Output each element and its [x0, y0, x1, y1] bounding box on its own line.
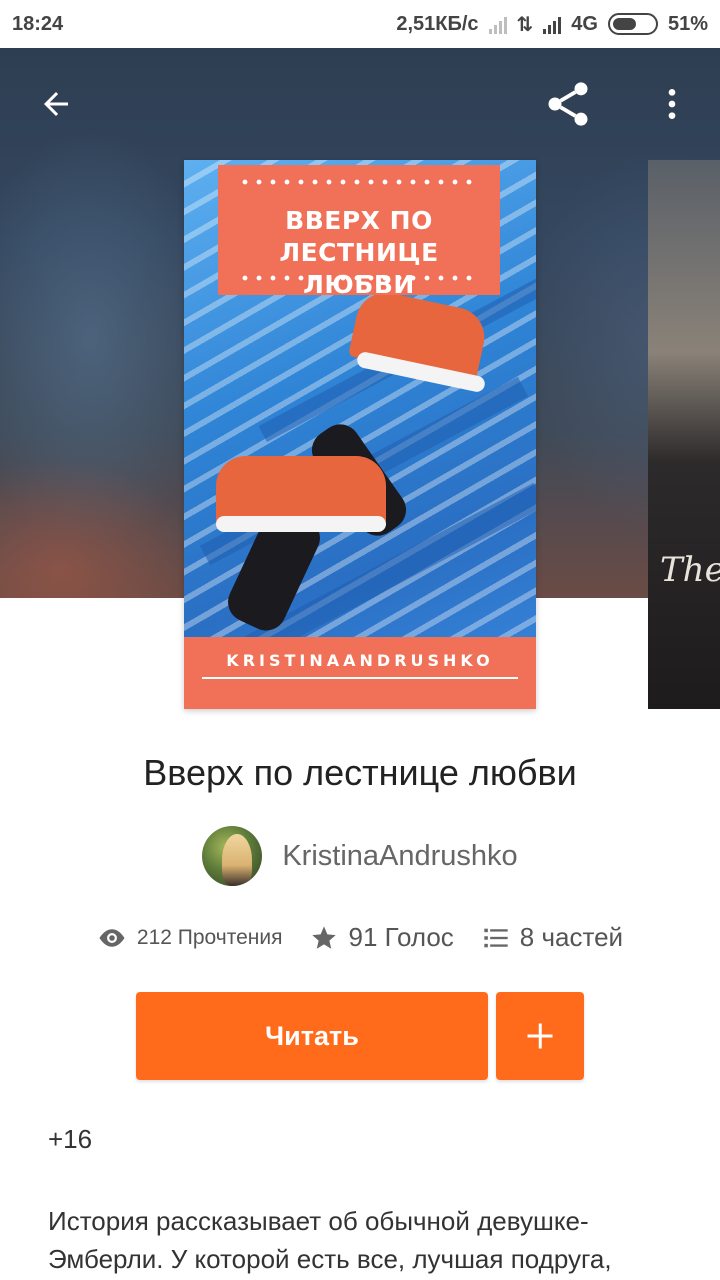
story-title: Вверх по лестнице любви	[143, 752, 577, 793]
data-transfer-icon: ⇅	[516, 13, 534, 36]
cover-title: ВВЕРХ ПО ЛЕСТНИЦЕ ЛЮБВИ	[279, 206, 439, 299]
share-icon	[548, 82, 588, 126]
status-time: 18:24	[12, 12, 64, 35]
next-cover-title: The T	[660, 550, 720, 590]
signal-icon	[488, 14, 507, 34]
more-vertical-icon	[668, 89, 676, 119]
network-type: 4G	[571, 12, 598, 35]
star-icon	[312, 925, 337, 949]
author-row[interactable]: KristinaAndrushko	[0, 826, 720, 886]
back-button[interactable]	[28, 76, 84, 132]
status-bar: 18:24 2,51КБ/с ⇅ 4G 51%	[0, 0, 720, 48]
reads-count: 212 Прочтения	[136, 925, 283, 949]
arrow-left-icon	[44, 92, 68, 116]
age-rating: +16	[48, 1124, 93, 1154]
cover-footer: KRISTINAANDRUSHKO	[184, 637, 536, 709]
status-indicators: 2,51КБ/с ⇅ 4G 51%	[396, 12, 708, 37]
book-cover[interactable]: ВВЕРХ ПО ЛЕСТНИЦЕ ЛЮБВИ KRISTINAANDRUSHK…	[184, 160, 536, 709]
story-description: История рассказывает об обычной девушке-…	[48, 1206, 612, 1274]
story-stats: 212 Прочтения 91 Голос 8 частей	[0, 922, 720, 953]
parts-stat: 8 частей	[482, 922, 623, 953]
plus-icon	[527, 1023, 553, 1049]
battery-icon	[607, 13, 658, 35]
signal-strength-icon	[543, 14, 562, 34]
parts-count: 8 частей	[519, 922, 624, 952]
network-speed: 2,51КБ/с	[396, 12, 479, 35]
read-button[interactable]: Читать	[136, 992, 488, 1080]
author-avatar[interactable]	[202, 826, 263, 886]
list-icon	[484, 928, 508, 947]
add-to-library-button[interactable]	[496, 992, 584, 1080]
cover-author: KRISTINAANDRUSHKO	[226, 651, 494, 670]
eye-icon	[99, 928, 125, 947]
votes-stat: 91 Голос	[310, 922, 454, 953]
author-name[interactable]: KristinaAndrushko	[282, 840, 517, 873]
cover-title-box: ВВЕРХ ПО ЛЕСТНИЦЕ ЛЮБВИ	[218, 165, 500, 299]
share-button[interactable]	[540, 76, 596, 132]
votes-count: 91 Голос	[348, 922, 454, 952]
more-options-button[interactable]	[644, 76, 700, 132]
reads-stat: 212 Прочтения	[97, 923, 283, 953]
battery-level: 51%	[667, 12, 708, 35]
next-book-cover[interactable]: The T	[648, 160, 720, 709]
